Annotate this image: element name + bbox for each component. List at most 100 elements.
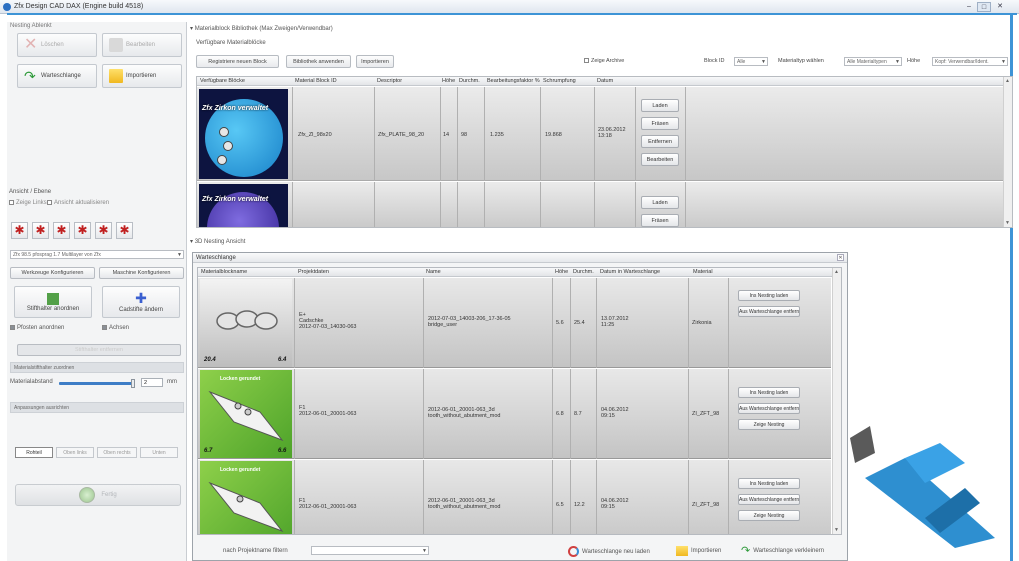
mill-button[interactable]: Fräsen [641, 117, 679, 130]
view-icon-3[interactable]: ✱ [53, 222, 70, 239]
align-segment-raw[interactable]: Rohteil [15, 447, 53, 458]
scroll-down-icon[interactable]: ▼ [1005, 220, 1010, 226]
col-header[interactable]: Materialblockname [201, 269, 247, 275]
material-distance-slider[interactable] [59, 382, 133, 385]
queue-scrollbar[interactable]: ▲ ▼ [832, 268, 841, 534]
arrange-posts-checkbox[interactable]: Pfosten anordnen [10, 325, 64, 331]
show-nesting-button[interactable]: Zeige Nesting [738, 510, 800, 521]
arrange-holders-button[interactable]: Stifthalter anordnen [14, 286, 92, 318]
show-nesting-button[interactable]: Zeige Nesting [738, 419, 800, 430]
col-header[interactable]: Schrumpfung [543, 78, 576, 84]
maximize-button[interactable]: □ [977, 2, 991, 12]
chevron-down-icon: ▼ [422, 548, 427, 554]
remove-from-queue-button[interactable]: Aus Warteschlange entfernen [738, 306, 800, 317]
col-header[interactable]: Descriptor [377, 78, 402, 84]
add-holder-icon [47, 292, 59, 305]
load-into-nesting-button[interactable]: Ins Nesting laden [738, 387, 800, 398]
height-select[interactable]: Kopf: Verwendbar/Ident. ▼ [932, 57, 1008, 66]
thumbnail-label: Zfx Zirkon verwaltet [202, 196, 269, 203]
thumb-value-right: 6.4 [278, 357, 287, 363]
configure-tools-button[interactable]: Werkzeuge Konfigurieren [10, 267, 95, 279]
zirconia-stamp-icon [208, 390, 284, 442]
library-row[interactable]: Zfx Zirkon verwaltet Zfx_ZI_98x20 Zfx_PL… [197, 87, 1004, 181]
view-icon-1[interactable]: ✱ [11, 222, 28, 239]
delete-button[interactable]: ✕ Löschen [17, 33, 97, 57]
window-title: Zfx Design CAD DAX (Engine build 4518) [14, 3, 144, 10]
scroll-up-icon[interactable]: ▲ [834, 269, 839, 275]
divider [635, 182, 636, 227]
remove-from-queue-button[interactable]: Aus Warteschlange entfernen [738, 403, 800, 414]
divider [570, 278, 571, 368]
refresh-view-checkbox[interactable]: Ansicht aktualisieren [47, 200, 109, 206]
load-into-nesting-button[interactable]: Ins Nesting laden [738, 290, 800, 301]
library-row[interactable]: Zfx Zirkon verwaltet Laden Fräsen [197, 182, 1004, 227]
material-value: ZI_ZFT_98 [692, 411, 720, 417]
queue-date: 04.06.2012 09:15 [601, 407, 629, 419]
load-button[interactable]: Laden [641, 99, 679, 112]
view-icon-6[interactable]: ✱ [116, 222, 133, 239]
scroll-up-icon[interactable]: ▲ [1005, 78, 1010, 84]
divider [688, 460, 689, 534]
descriptor: Zfx_PLATE_98_20 [378, 132, 425, 138]
col-header[interactable]: Höhe [442, 78, 455, 84]
remove-button[interactable]: Entfernen [641, 135, 679, 148]
material-distance-input[interactable]: 2 [141, 378, 163, 387]
library-import-button[interactable]: Importieren [356, 55, 394, 68]
finish-button[interactable]: Fertig [15, 484, 181, 506]
col-header[interactable]: Material Block ID [295, 78, 337, 84]
col-header[interactable]: Name [426, 269, 441, 275]
col-header[interactable]: Höhe [555, 269, 568, 275]
queue-import-button[interactable]: Importieren [676, 546, 721, 556]
remove-holders-button[interactable]: Stifthalter entfernen [17, 344, 181, 356]
col-header[interactable]: Material [693, 269, 713, 275]
view-icon-4[interactable]: ✱ [74, 222, 91, 239]
close-icon[interactable]: ✕ [837, 254, 844, 261]
col-header[interactable]: Verfügbare Blöcke [200, 78, 245, 84]
library-toolbar: Registriere neuen Block Bibliothek anwen… [196, 55, 1016, 69]
block-id-select[interactable]: Alle ▼ [734, 57, 768, 66]
queue-row[interactable]: 20.4 6.4 E+ Cadschke 2012-07-03_14030-06… [198, 278, 831, 368]
material-type-select[interactable]: Alle Materialtypen ▼ [844, 57, 902, 66]
align-segment-bottom[interactable]: Unten [140, 447, 178, 458]
apply-library-button[interactable]: Bibliothek anwenden [286, 55, 351, 68]
slider-handle[interactable] [131, 379, 135, 388]
col-header[interactable]: Datum [597, 78, 613, 84]
show-links-checkbox[interactable]: Zeige Links [9, 200, 47, 206]
hole-marker [217, 155, 227, 165]
arrow-curve-icon: ↷ [741, 545, 751, 557]
minimize-button[interactable]: – [962, 2, 976, 12]
machine-dropdown[interactable]: Zfx 98.5 pfosprag 1.7 Multilayer von Zfx… [10, 250, 184, 259]
library-table: Verfügbare Blöcke Material Block ID Desc… [196, 76, 1013, 228]
close-button[interactable]: ✕ [993, 2, 1007, 12]
remove-from-queue-button[interactable]: Aus Warteschlange entfernen [738, 494, 800, 505]
scroll-down-icon[interactable]: ▼ [834, 527, 839, 533]
load-into-nesting-button[interactable]: Ins Nesting laden [738, 478, 800, 489]
show-archive-checkbox[interactable]: Zeige Archive [584, 58, 624, 64]
col-header[interactable]: Durchm. [573, 269, 594, 275]
edit-button[interactable]: Bearbeiten [102, 33, 182, 57]
col-header[interactable]: Projektdaten [298, 269, 329, 275]
collapse-queue-button[interactable]: ↷ Warteschlange verkleinern [741, 545, 824, 557]
reload-queue-button[interactable]: Warteschlange neu laden [568, 546, 650, 557]
register-block-button[interactable]: Registriere neuen Block [196, 55, 279, 68]
view-icon-5[interactable]: ✱ [95, 222, 112, 239]
col-header[interactable]: Durchm. [459, 78, 480, 84]
col-header[interactable]: Datum in Warteschlange [600, 269, 660, 275]
queue-row[interactable]: Locken gerundet F1 2012-06-01_20001-063 … [198, 460, 831, 534]
align-segment-top-right[interactable]: Oben rechts [97, 447, 137, 458]
project-filter-input[interactable]: ▼ [311, 546, 429, 555]
queue-button[interactable]: ↷ Warteschlange [17, 64, 97, 88]
mill-button[interactable]: Fräsen [641, 214, 679, 227]
change-pins-button[interactable]: ✚ Cadstifte ändern [102, 286, 180, 318]
library-scrollbar[interactable]: ▲ ▼ [1003, 77, 1012, 227]
load-button[interactable]: Laden [641, 196, 679, 209]
align-segment-top-left[interactable]: Oben links [56, 447, 94, 458]
configure-machine-button[interactable]: Maschine Konfigurieren [99, 267, 184, 279]
col-header[interactable]: Bearbeitungsfaktor % [487, 78, 540, 84]
divider [294, 460, 295, 534]
import-button[interactable]: Importieren [102, 64, 182, 88]
queue-row[interactable]: Locken gerundet 6.7 6.6 F1 2012-06-01_20… [198, 369, 831, 459]
edit-block-button[interactable]: Bearbeiten [641, 153, 679, 166]
axes-checkbox[interactable]: Achsen [102, 325, 129, 331]
view-icon-2[interactable]: ✱ [32, 222, 49, 239]
